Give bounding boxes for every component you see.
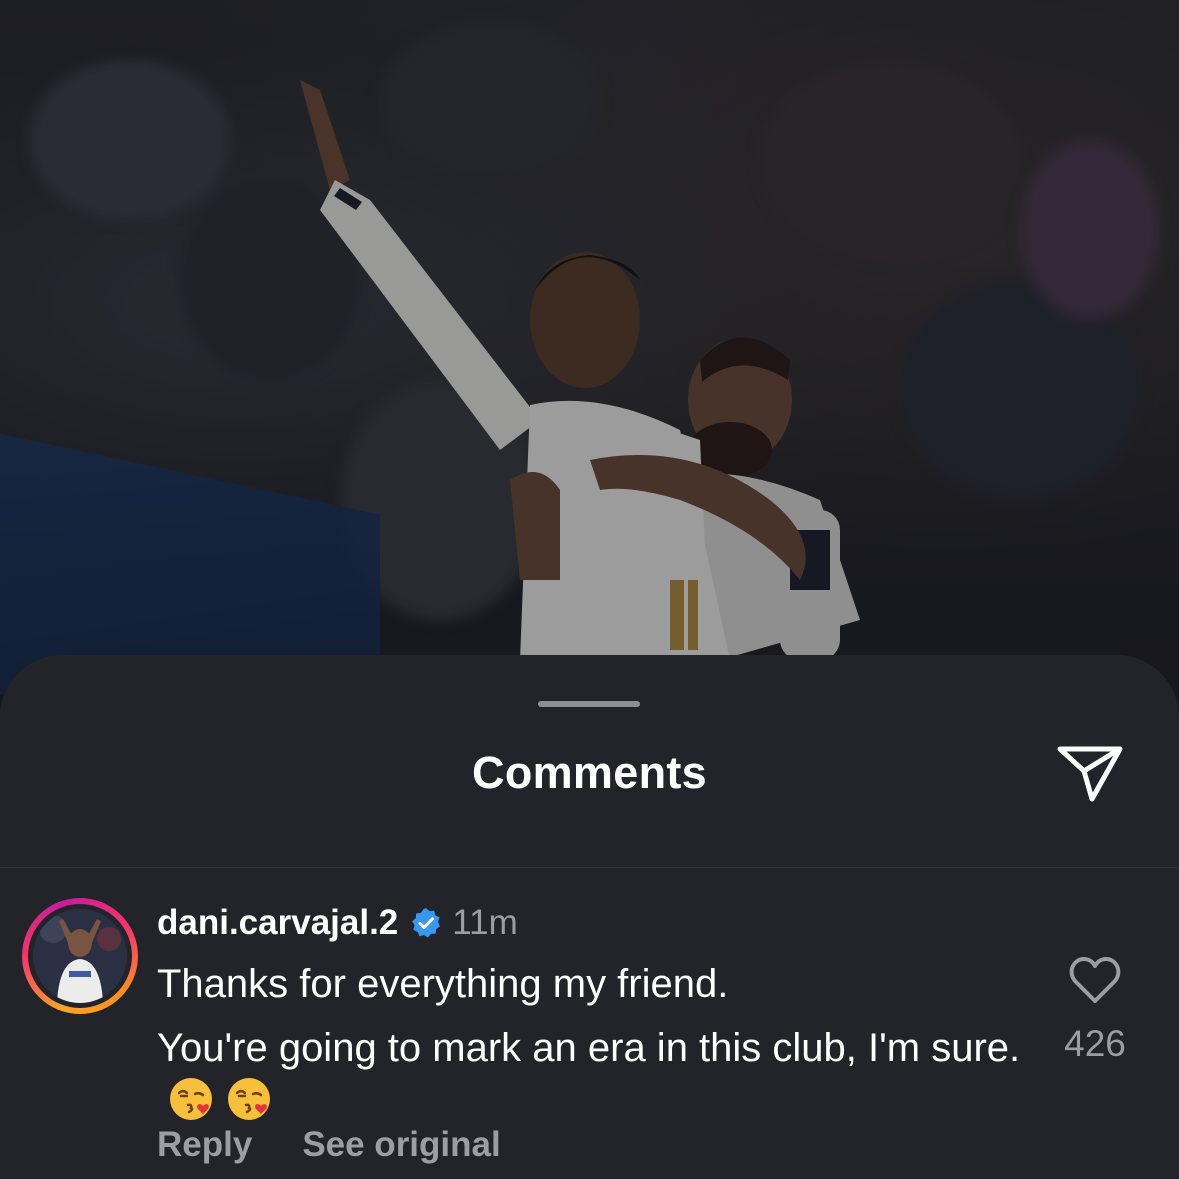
comment-line-1: Thanks for everything my friend. (157, 962, 729, 1006)
header-divider (0, 867, 1179, 868)
verified-badge-icon (412, 908, 441, 938)
like-count: 426 (1064, 1023, 1126, 1064)
screen: Comments dani.carvajal.2 11m Thanks for … (0, 0, 1179, 1179)
comment-timestamp: 11m (452, 903, 518, 942)
comment-username[interactable]: dani.carvajal.2 (157, 903, 398, 943)
post-photo (0, 0, 1179, 760)
avatar (28, 904, 132, 1008)
comment-line-2-text: You're going to mark an era in this club… (157, 1026, 1021, 1070)
see-original-button[interactable]: See original (302, 1125, 500, 1165)
comment-line-2: You're going to mark an era in this club… (157, 1022, 1027, 1126)
photo-dim-overlay (0, 0, 1179, 760)
comments-sheet: Comments dani.carvajal.2 11m Thanks for … (0, 655, 1179, 1179)
heart-outline-icon (1069, 957, 1121, 1003)
comment-body: Thanks for everything my friend. You're … (157, 953, 1027, 1126)
avatar-photo (33, 909, 127, 1003)
avatar-person-icon (33, 909, 127, 1003)
like-button[interactable] (1068, 955, 1122, 1005)
share-button[interactable] (1054, 741, 1126, 807)
kissing-face-with-heart-emoji (170, 1078, 212, 1120)
sheet-grabber[interactable] (538, 701, 640, 707)
comment-header: dani.carvajal.2 11m (157, 901, 518, 945)
avatar-story-ring[interactable] (22, 898, 138, 1014)
reply-button[interactable]: Reply (157, 1125, 252, 1165)
comment-actions: Reply See original (157, 1125, 501, 1165)
paper-plane-icon (1057, 746, 1123, 802)
kissing-face-with-heart-emoji (228, 1078, 270, 1120)
sheet-title: Comments (472, 747, 707, 798)
